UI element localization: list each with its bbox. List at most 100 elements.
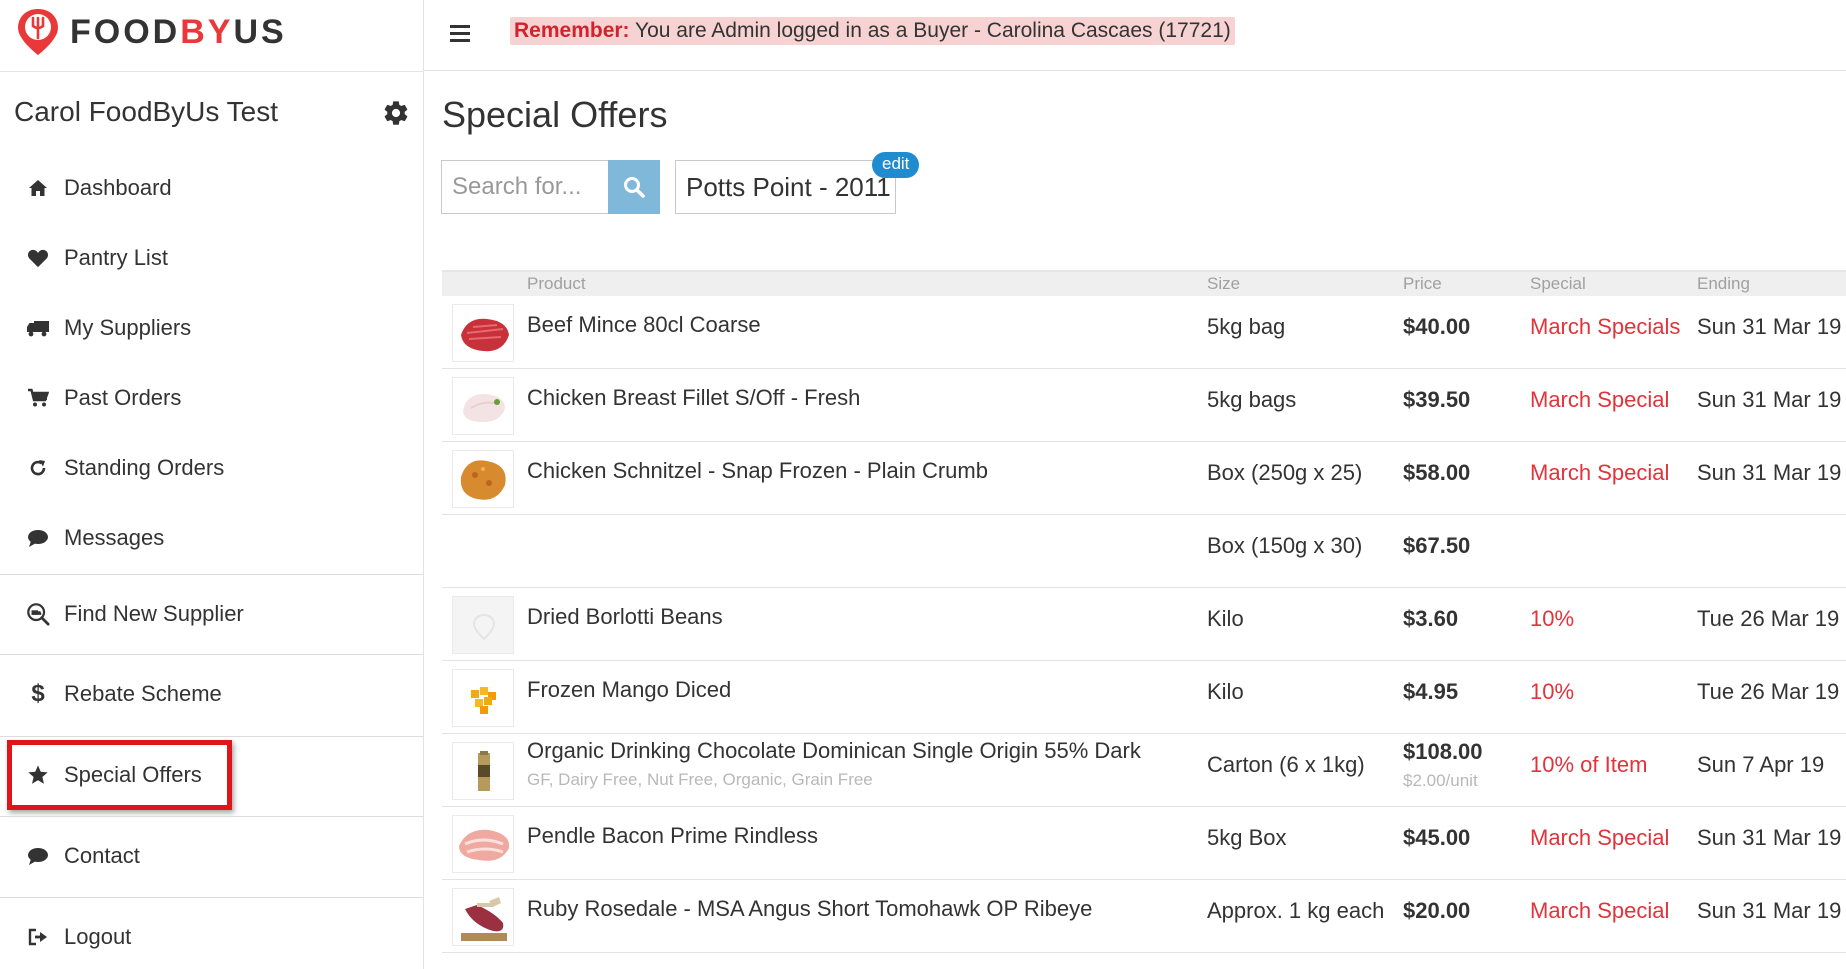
- sidebar-item-label: Past Orders: [64, 385, 182, 410]
- search-box: [441, 160, 660, 214]
- ending-date: Sun 7 Apr 19: [1697, 752, 1825, 777]
- ending-date: Sun 31 Mar 19: [1697, 314, 1842, 339]
- logo-food: FOOD: [70, 12, 181, 51]
- product-thumbnail[interactable]: [452, 377, 514, 435]
- product-tags: GF, Dairy Free, Nut Free, Organic, Grain…: [527, 770, 873, 789]
- product-size: Kilo: [1207, 679, 1244, 704]
- product-size: 5kg bags: [1207, 387, 1297, 412]
- special-label: March Special: [1530, 898, 1670, 923]
- sidebar-item-pantry-list[interactable]: Pantry List: [0, 228, 424, 288]
- divider: [0, 654, 424, 655]
- table-row[interactable]: Beef Mince 80cl Coarse 5kg bag $40.00 Ma…: [442, 296, 1846, 369]
- sidebar-item-standing-orders[interactable]: Standing Orders: [0, 438, 424, 498]
- product-size: 5kg Box: [1207, 825, 1287, 850]
- sidebar-item-past-orders[interactable]: Past Orders: [0, 368, 424, 428]
- notice-label: Remember:: [514, 19, 630, 42]
- product-thumbnail[interactable]: [452, 742, 514, 800]
- gear-icon[interactable]: [382, 99, 410, 127]
- col-product: Product: [527, 274, 586, 293]
- sidebar-item-messages[interactable]: Messages: [0, 508, 424, 568]
- table-row[interactable]: Pendle Bacon Prime Rindless 5kg Box $45.…: [442, 807, 1846, 880]
- sidebar-item-label: Logout: [64, 924, 132, 949]
- hamburger-icon[interactable]: [448, 20, 474, 46]
- sidebar-item-label: Rebate Scheme: [64, 681, 222, 706]
- logo-text: FOODBYUS: [70, 13, 287, 52]
- divider: [0, 736, 424, 737]
- sidebar-item-logout[interactable]: Logout: [0, 907, 424, 967]
- col-price: Price: [1403, 274, 1442, 293]
- product-name[interactable]: Ruby Rosedale - MSA Angus Short Tomohawk…: [527, 896, 1092, 922]
- special-label: March Special: [1530, 460, 1670, 485]
- sidebar-item-my-suppliers[interactable]: My Suppliers: [0, 298, 424, 358]
- product-thumbnail[interactable]: [452, 815, 514, 873]
- product-name[interactable]: Frozen Mango Diced: [527, 677, 731, 703]
- unit-price: $2.00/unit: [1403, 771, 1478, 790]
- divider: [0, 897, 424, 898]
- product-name[interactable]: Pendle Bacon Prime Rindless: [527, 823, 818, 849]
- logo[interactable]: FOODBYUS: [16, 8, 287, 56]
- sidebar-item-find-new-supplier[interactable]: Find New Supplier: [0, 584, 424, 644]
- sidebar-item-dashboard[interactable]: Dashboard: [0, 158, 424, 218]
- table-row[interactable]: Organic Drinking Chocolate Dominican Sin…: [442, 734, 1846, 807]
- search-input[interactable]: [442, 161, 608, 213]
- table-row[interactable]: Chicken Schnitzel - Snap Frozen - Plain …: [442, 442, 1846, 515]
- location-selector[interactable]: Potts Point - 2011: [675, 160, 896, 214]
- refresh-icon: [26, 456, 50, 480]
- product-size: Carton (6 x 1kg): [1207, 752, 1365, 777]
- divider: [0, 71, 424, 72]
- page-title: Special Offers: [442, 94, 668, 135]
- edit-location-button[interactable]: edit: [872, 152, 920, 178]
- product-name[interactable]: Chicken Breast Fillet S/Off - Fresh: [527, 385, 860, 411]
- product-name[interactable]: Dried Borlotti Beans: [527, 604, 723, 630]
- search-icon: [624, 177, 645, 198]
- product-price: $3.60: [1403, 606, 1459, 631]
- product-size: Box (250g x 25): [1207, 460, 1363, 485]
- sidebar-item-label: Special Offers: [64, 762, 202, 787]
- table-row[interactable]: Chicken Breast Fillet S/Off - Fresh 5kg …: [442, 369, 1846, 442]
- truck-icon: [26, 316, 50, 340]
- product-name[interactable]: Organic Drinking Chocolate Dominican Sin…: [527, 738, 1141, 764]
- col-ending: Ending: [1697, 274, 1750, 293]
- search-supplier-icon: [26, 602, 50, 626]
- sidebar-item-label: My Suppliers: [64, 315, 192, 340]
- product-price: $39.50: [1403, 387, 1471, 412]
- chat-icon: [26, 526, 50, 550]
- product-thumbnail[interactable]: [452, 450, 514, 508]
- ending-date: Sun 31 Mar 19: [1697, 825, 1842, 850]
- sidebar-item-label: Messages: [64, 525, 165, 550]
- table-row-variant[interactable]: Box (150g x 30) $67.50: [442, 515, 1846, 588]
- sidebar-item-special-offers[interactable]: Special Offers: [0, 745, 424, 805]
- product-thumbnail[interactable]: [452, 669, 514, 727]
- sidebar-item-contact[interactable]: Contact: [0, 826, 424, 886]
- sidebar-item-label: Contact: [64, 843, 140, 868]
- product-thumbnail[interactable]: [452, 596, 514, 654]
- col-special: Special: [1530, 274, 1586, 293]
- table-row[interactable]: Ruby Rosedale - MSA Angus Short Tomohawk…: [442, 880, 1846, 953]
- sidebar: FOODBYUS Carol FoodByUs Test Dashboard P…: [0, 0, 424, 969]
- product-thumbnail[interactable]: [452, 304, 514, 362]
- special-label: March Special: [1530, 825, 1670, 850]
- col-size: Size: [1207, 274, 1241, 293]
- product-thumbnail[interactable]: [452, 888, 514, 946]
- ending-date: Tue 26 Mar 19: [1697, 679, 1840, 704]
- product-price: $4.95: [1403, 679, 1459, 704]
- product-size: Approx. 1 kg each: [1207, 898, 1385, 923]
- special-label: March Special: [1530, 387, 1670, 412]
- product-name[interactable]: Beef Mince 80cl Coarse: [527, 312, 761, 338]
- sidebar-item-rebate-scheme[interactable]: $ Rebate Scheme: [0, 664, 424, 724]
- admin-notice: Remember: You are Admin logged in as a B…: [510, 17, 1235, 45]
- divider: [0, 816, 424, 817]
- product-size: Box (150g x 30): [1207, 533, 1363, 558]
- product-name[interactable]: Chicken Schnitzel - Snap Frozen - Plain …: [527, 458, 988, 484]
- sidebar-item-label: Find New Supplier: [64, 601, 244, 626]
- table-row[interactable]: Frozen Mango Diced Kilo $4.95 10% Tue 26…: [442, 661, 1846, 734]
- sidebar-item-label: Standing Orders: [64, 455, 225, 480]
- product-size: 5kg bag: [1207, 314, 1286, 339]
- search-button[interactable]: [608, 160, 660, 214]
- product-price: $20.00: [1403, 898, 1471, 923]
- sidebar-item-label: Pantry List: [64, 245, 168, 270]
- top-header: Remember: You are Admin logged in as a B…: [424, 0, 1846, 71]
- heart-icon: [26, 246, 50, 270]
- table-row[interactable]: Dried Borlotti Beans Kilo $3.60 10% Tue …: [442, 588, 1846, 661]
- special-label: 10%: [1530, 679, 1575, 704]
